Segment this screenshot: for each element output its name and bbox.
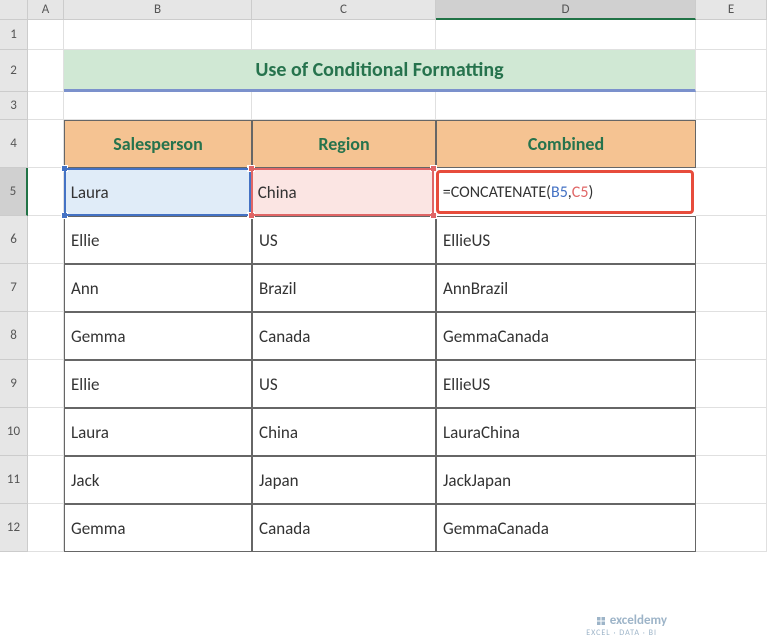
logo-icon <box>595 615 607 627</box>
cell-D8[interactable]: GemmaCanada <box>436 312 696 360</box>
header-salesperson[interactable]: Salesperson <box>64 120 252 168</box>
cell-E5[interactable] <box>696 168 767 216</box>
cell-E3[interactable] <box>696 92 767 120</box>
cell-D6[interactable]: EllieUS <box>436 216 696 264</box>
cell-C8[interactable]: Canada <box>252 312 436 360</box>
cell-E9[interactable] <box>696 360 767 408</box>
cell-D11[interactable]: JackJapan <box>436 456 696 504</box>
watermark-tagline: EXCEL · DATA · BI <box>586 628 657 638</box>
cell-B6[interactable]: Ellie <box>64 216 252 264</box>
header-region[interactable]: Region <box>252 120 436 168</box>
selection-handle-icon <box>248 212 255 219</box>
col-header-B[interactable]: B <box>64 0 252 20</box>
cell-D7[interactable]: AnnBrazil <box>436 264 696 312</box>
row-header-3[interactable]: 3 <box>0 92 28 120</box>
cell-C1[interactable] <box>252 20 436 50</box>
col-header-D[interactable]: D <box>436 0 696 20</box>
row-header-11[interactable]: 11 <box>0 456 28 504</box>
row-header-7[interactable]: 7 <box>0 264 28 312</box>
row-header-2[interactable]: 2 <box>0 50 28 92</box>
row-header-10[interactable]: 10 <box>0 408 28 456</box>
row-header-9[interactable]: 9 <box>0 360 28 408</box>
cell-value: China <box>258 182 297 203</box>
cell-B8[interactable]: Gemma <box>64 312 252 360</box>
cell-C7[interactable]: Brazil <box>252 264 436 312</box>
cell-A9[interactable] <box>28 360 64 408</box>
col-header-E[interactable]: E <box>696 0 767 20</box>
spreadsheet-grid: A B C D E 1 2 Use of Conditional Formatt… <box>0 0 767 640</box>
column-headers: A B C D E <box>0 0 767 20</box>
cell-C11[interactable]: Japan <box>252 456 436 504</box>
cell-C3[interactable] <box>252 92 436 120</box>
row-header-12[interactable]: 12 <box>0 504 28 552</box>
cell-A4[interactable] <box>28 120 64 168</box>
cell-B7[interactable]: Ann <box>64 264 252 312</box>
cell-E1[interactable] <box>696 20 767 50</box>
selection-handle-icon <box>61 212 68 219</box>
cell-E6[interactable] <box>696 216 767 264</box>
cell-A10[interactable] <box>28 408 64 456</box>
cell-value: Laura <box>71 182 109 203</box>
cell-A11[interactable] <box>28 456 64 504</box>
cell-A1[interactable] <box>28 20 64 50</box>
cell-A7[interactable] <box>28 264 64 312</box>
cell-A12[interactable] <box>28 504 64 552</box>
title-cell[interactable]: Use of Conditional Formatting <box>64 50 696 92</box>
row-header-1[interactable]: 1 <box>0 20 28 50</box>
cell-E12[interactable] <box>696 504 767 552</box>
selection-handle-icon <box>61 165 68 172</box>
cell-D12[interactable]: GemmaCanada <box>436 504 696 552</box>
cell-D1[interactable] <box>436 20 696 50</box>
cell-E7[interactable] <box>696 264 767 312</box>
cell-A5[interactable] <box>28 168 64 216</box>
cell-C10[interactable]: China <box>252 408 436 456</box>
row-header-4[interactable]: 4 <box>0 120 28 168</box>
select-all-corner[interactable] <box>0 0 28 20</box>
cell-D10[interactable]: LauraChina <box>436 408 696 456</box>
cell-B11[interactable]: Jack <box>64 456 252 504</box>
cell-D5-formula[interactable]: =CONCATENATE(B5,C5) <box>436 170 695 214</box>
selection-handle-icon <box>430 212 437 219</box>
cell-A3[interactable] <box>28 92 64 120</box>
formula-text: =CONCATENATE(B5,C5) <box>443 183 594 202</box>
selection-handle-icon <box>248 165 255 172</box>
cell-B12[interactable]: Gemma <box>64 504 252 552</box>
cell-E11[interactable] <box>696 456 767 504</box>
cell-B5[interactable]: Laura <box>64 168 251 216</box>
col-header-C[interactable]: C <box>252 0 436 20</box>
col-header-A[interactable]: A <box>28 0 64 20</box>
cell-B10[interactable]: Laura <box>64 408 252 456</box>
cell-E10[interactable] <box>696 408 767 456</box>
cell-B9[interactable]: Ellie <box>64 360 252 408</box>
cell-C12[interactable]: Canada <box>252 504 436 552</box>
row-header-6[interactable]: 6 <box>0 216 28 264</box>
cell-C6[interactable]: US <box>252 216 436 264</box>
watermark-brand: exceldemy <box>595 613 667 628</box>
row-header-8[interactable]: 8 <box>0 312 28 360</box>
cell-A8[interactable] <box>28 312 64 360</box>
cell-C5[interactable]: China <box>251 168 434 216</box>
row-header-5[interactable]: 5 <box>0 168 28 216</box>
cell-A2[interactable] <box>28 50 64 92</box>
cell-A6[interactable] <box>28 216 64 264</box>
cell-C9[interactable]: US <box>252 360 436 408</box>
header-combined[interactable]: Combined <box>436 120 696 168</box>
cell-B1[interactable] <box>64 20 252 50</box>
cell-E2[interactable] <box>696 50 767 92</box>
cell-E4[interactable] <box>696 120 767 168</box>
cell-D9[interactable]: EllieUS <box>436 360 696 408</box>
cell-E8[interactable] <box>696 312 767 360</box>
cell-B3[interactable] <box>64 92 252 120</box>
cell-D3[interactable] <box>436 92 696 120</box>
